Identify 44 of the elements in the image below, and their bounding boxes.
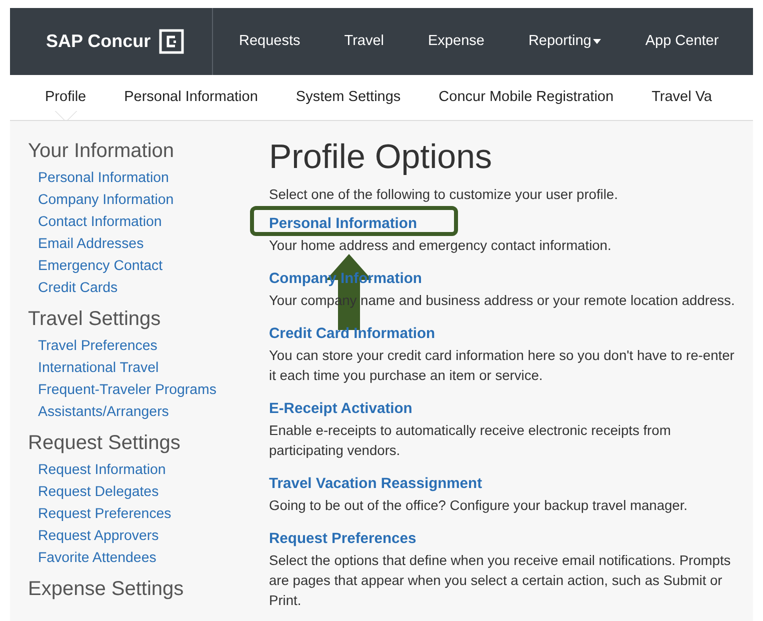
logo-icon <box>158 29 184 54</box>
sidebar-link[interactable]: Request Preferences <box>28 503 269 525</box>
section-heading: Your Information <box>28 139 176 164</box>
nav-tab[interactable]: Personal Information <box>105 75 277 120</box>
section-heading: Expense Settings <box>28 577 185 602</box>
nav-link[interactable]: Requests <box>217 30 322 52</box>
sidebar-link[interactable]: Emergency Contact <box>28 255 269 277</box>
nav-link[interactable]: Travel <box>322 30 406 52</box>
nav-tab[interactable]: Travel Va <box>632 75 731 120</box>
sidebar-link[interactable]: Favorite Attendees <box>28 547 269 569</box>
sidebar-link[interactable]: Email Addresses <box>28 233 269 255</box>
sidebar-link[interactable]: Request Information <box>28 459 269 481</box>
option-description: Your home address and emergency contact information. <box>269 236 612 255</box>
nav-tab[interactable]: Concur Mobile Registration <box>420 75 633 120</box>
sidebar-link[interactable]: Request Delegates <box>28 481 269 503</box>
option-description: Enable e-receipts to automatically receive electronic receipts from participating vendors. <box>269 422 672 460</box>
brand-name: SAP Concur <box>46 30 151 53</box>
nav-link[interactable]: App Center <box>623 30 741 52</box>
sidebar-link[interactable]: Request Approvers <box>28 525 269 547</box>
option-link[interactable]: Credit Card Information <box>269 324 436 344</box>
option-description: Select the options that define when you receive email notifications. Prompts are pages that appear when you select a certain action, such as Submit or Print. <box>269 552 732 610</box>
nav-tab[interactable]: Profile <box>26 75 106 120</box>
option-link[interactable]: E-Receipt Activation <box>269 398 412 419</box>
sidebar-link[interactable]: Contact Information <box>28 211 269 233</box>
sidebar-link[interactable]: Personal Information <box>28 167 269 189</box>
sidebar-link[interactable]: Credit Cards <box>28 277 269 299</box>
intro-text: Select one of the following to customize your user profile. <box>269 186 619 204</box>
sidebar-link[interactable]: Assistants/Arrangers <box>28 401 269 423</box>
sidebar-link[interactable]: Company Information <box>28 189 269 211</box>
option-description: You can store your credit card information here so you don't have to re-enter it each time you purchase an item or service. <box>269 346 736 385</box>
caret-icon <box>593 39 602 44</box>
option-link[interactable]: Travel Vacation Reassignment <box>269 474 482 494</box>
nav-link[interactable]: Reporting <box>506 30 624 52</box>
page-title: Profile Options <box>269 137 493 177</box>
nav-tab[interactable]: System Settings <box>276 75 420 120</box>
option-link[interactable]: Request Preferences <box>269 528 416 549</box>
option-link[interactable]: Personal Information <box>269 214 417 234</box>
sidebar-link[interactable]: Frequent-Traveler Programs <box>28 379 269 401</box>
option-description: Going to be out of the office? Configure your backup travel manager. <box>269 496 689 515</box>
sidebar-link[interactable]: International Travel <box>28 357 269 379</box>
sidebar-link[interactable]: Travel Preferences <box>28 335 269 357</box>
section-heading: Travel Settings <box>28 307 162 332</box>
nav-link[interactable]: Expense <box>406 30 506 52</box>
section-heading: Request Settings <box>28 431 182 456</box>
